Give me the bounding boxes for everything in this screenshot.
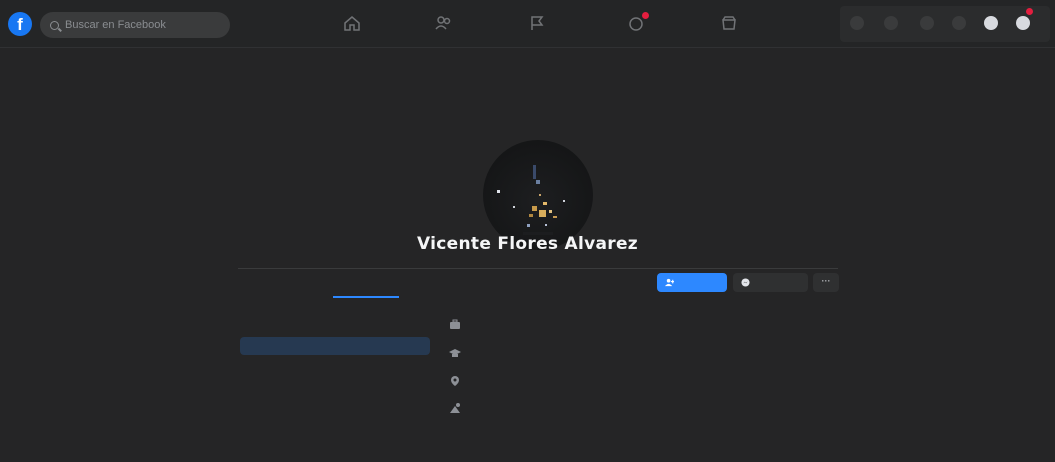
location-pin-icon [451, 376, 459, 386]
marketplace-icon[interactable] [720, 14, 738, 32]
active-tab-indicator [333, 296, 399, 298]
profile-name: Vicente Flores Alvarez [417, 234, 638, 254]
notifications-button[interactable] [952, 16, 966, 30]
menu-button[interactable] [850, 16, 864, 30]
notification-badge [642, 12, 649, 19]
graduation-cap-icon [449, 349, 461, 357]
friends-icon[interactable] [435, 14, 453, 32]
account-avatar[interactable] [984, 16, 998, 30]
info-row-relationship [449, 402, 461, 414]
facebook-logo[interactable]: f [8, 12, 32, 36]
create-button[interactable] [884, 16, 898, 30]
tabs-divider [238, 268, 838, 269]
search-input[interactable] [65, 19, 215, 31]
messenger-button[interactable] [920, 16, 934, 30]
search-icon [50, 20, 59, 30]
top-bar: f [0, 0, 1055, 48]
search-box[interactable] [40, 12, 230, 38]
messenger-icon [741, 278, 750, 287]
account-badge [1026, 8, 1033, 15]
info-row-work [449, 318, 461, 330]
briefcase-icon [450, 319, 460, 329]
account-controls [840, 6, 1050, 42]
info-row-education [449, 347, 461, 359]
message-button[interactable] [733, 273, 808, 292]
relationship-icon [450, 403, 460, 413]
flag-icon[interactable] [528, 14, 546, 32]
home-icon[interactable] [343, 14, 361, 32]
more-options-button[interactable]: ··· [813, 273, 839, 292]
account-menu-button[interactable] [1016, 16, 1030, 30]
info-row-places [449, 375, 461, 387]
add-friend-button[interactable] [657, 273, 727, 292]
sidebar-active-background [240, 337, 430, 355]
add-friend-icon [665, 278, 674, 287]
